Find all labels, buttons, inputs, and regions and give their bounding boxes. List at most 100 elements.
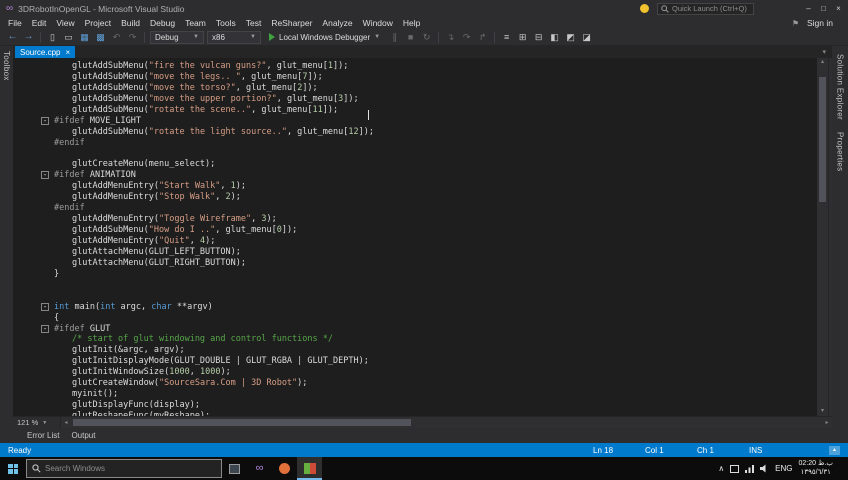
code-editor[interactable]: glutAddSubMenu("fire the vulcan guns?", … [13,58,817,416]
code-line: glutAttachMenu(GLUT_LEFT_BUTTON); [72,246,241,257]
previous-bookmark-icon[interactable]: ◩ [564,29,577,45]
break-all-icon[interactable]: ∥ [388,29,401,45]
bookmark-icon[interactable]: ◧ [548,29,561,45]
maximize-button[interactable]: □ [816,0,831,17]
code-lines: glutAddSubMenu("fire the vulcan guns?", … [13,61,817,416]
scroll-up-icon[interactable]: ▴ [817,58,828,67]
menu-help[interactable]: Help [398,17,425,29]
tab-toolbox[interactable]: Toolbox [2,51,11,81]
menu-project[interactable]: Project [80,17,116,29]
menu-view[interactable]: View [51,17,79,29]
taskbar-search-input[interactable] [45,464,216,473]
title-bar: ∞ 3DRobotInOpenGL - Microsoft Visual Stu… [0,0,848,17]
redo-icon[interactable]: ↷ [126,29,139,45]
tray-device-icon[interactable] [730,464,740,473]
uncomment-icon[interactable]: ⊟ [532,29,545,45]
fold-collapse-icon[interactable]: - [41,171,49,180]
document-list-dropdown-icon[interactable]: ▾ [822,48,826,56]
menu-edit[interactable]: Edit [27,17,52,29]
taskbar-app-4-active[interactable] [297,457,322,480]
run-label: Local Windows Debugger [279,32,371,42]
code-line: glutAddMenuEntry("Stop Walk", 2); [72,192,241,203]
solution-configuration-dropdown[interactable]: Debug ▼ [150,30,204,44]
zoom-control[interactable]: 121 % ▼ [13,417,61,428]
code-line: glutInitDisplayMode(GLUT_DOUBLE | GLUT_R… [72,356,369,367]
step-over-icon[interactable]: ↷ [460,29,473,45]
tab-source-cpp[interactable]: Source.cpp × [15,46,76,58]
comment-icon[interactable]: ⊞ [516,29,529,45]
open-file-icon[interactable]: ▭ [62,29,75,45]
scrollbar-thumb[interactable] [819,77,826,202]
scroll-right-icon[interactable]: ▸ [822,417,832,428]
menu-resharper[interactable]: ReSharper [266,17,317,29]
undo-icon[interactable]: ↶ [110,29,123,45]
code-line: myinit(); [72,389,119,400]
menu-debug[interactable]: Debug [145,17,180,29]
scroll-down-icon[interactable]: ▾ [817,407,828,416]
speaker-icon[interactable] [760,464,769,473]
language-indicator[interactable]: ENG [775,464,792,473]
scrollbar-track[interactable] [817,67,828,407]
step-into-icon[interactable]: ↴ [444,29,457,45]
tab-output[interactable]: Output [71,431,95,440]
code-line: glutInit(&argc, argv); [72,345,185,356]
restart-icon[interactable]: ↻ [420,29,433,45]
navigate-back-icon[interactable]: ← [6,29,19,45]
fold-collapse-icon[interactable]: - [41,116,49,125]
feedback-icon[interactable]: ▲ [829,445,840,455]
vertical-scrollbar[interactable]: ▴ ▾ [817,58,828,416]
find-in-files-icon[interactable]: ≡ [500,29,513,45]
tab-close-icon[interactable]: × [65,48,70,57]
close-button[interactable]: × [831,0,846,17]
scrollbar-track[interactable] [71,417,822,428]
minimize-button[interactable]: – [801,0,816,17]
save-icon[interactable]: ▦ [78,29,91,45]
taskbar-search[interactable] [26,459,222,478]
notifications-flag-icon[interactable]: ⚑ [792,19,799,28]
scroll-left-icon[interactable]: ◂ [61,417,71,428]
menu-file[interactable]: File [3,17,27,29]
text-cursor [368,110,369,120]
taskbar-app-visual-studio[interactable]: ∞ [247,457,272,480]
fold-collapse-icon[interactable]: - [41,324,49,333]
quick-launch-input[interactable] [672,4,750,13]
solution-platform-dropdown[interactable]: x86 ▼ [207,30,261,44]
tab-properties[interactable]: Properties [836,132,845,171]
bottom-panel-tabs: Error List Output [13,428,832,443]
start-button[interactable] [0,457,26,480]
step-out-icon[interactable]: ↱ [476,29,489,45]
code-line: - #ifdef ANIMATION [41,170,136,181]
menu-tools[interactable]: Tools [211,17,241,29]
taskbar-app-1[interactable] [222,457,247,480]
chevron-down-icon: ▼ [250,34,256,40]
clock[interactable]: 02:20 ب.ظ ١٣٩٥/٦/٣١ [799,460,833,477]
menu-test[interactable]: Test [241,17,267,29]
start-debugging-button[interactable]: Local Windows Debugger ▼ [264,30,385,44]
search-icon [661,4,669,13]
tab-solution-explorer[interactable]: Solution Explorer [836,54,845,120]
quick-launch[interactable] [657,2,754,15]
taskbar-app-3[interactable] [272,457,297,480]
hidden-icons-chevron-icon[interactable]: ∧ [718,464,724,474]
menu-build[interactable]: Build [116,17,145,29]
tab-error-list[interactable]: Error List [27,431,59,440]
horizontal-scrollbar[interactable]: ◂ ▸ [61,417,832,428]
next-bookmark-icon[interactable]: ◪ [580,29,593,45]
scrollbar-thumb[interactable] [73,419,411,426]
menu-analyze[interactable]: Analyze [317,17,357,29]
menu-window[interactable]: Window [358,17,398,29]
save-all-icon[interactable]: ▩ [94,29,107,45]
chevron-down-icon: ▼ [193,34,199,40]
clock-time: 02:20 ب.ظ [798,460,833,467]
new-file-icon[interactable]: ▯ [46,29,59,45]
fold-collapse-icon[interactable]: - [41,302,49,311]
network-icon[interactable] [745,464,755,473]
clock-date: ١٣٩٥/٦/٣١ [800,468,831,476]
navigate-forward-icon[interactable]: → [22,29,35,45]
editor-bottom-bar: 121 % ▼ ◂ ▸ [13,416,832,428]
toolbar-separator [494,31,496,43]
stop-debugging-icon[interactable]: ■ [404,29,417,45]
sign-in-link[interactable]: Sign in [807,18,833,28]
code-line: glutAddMenuEntry("Quit", 4); [72,236,216,246]
menu-team[interactable]: Team [180,17,211,29]
